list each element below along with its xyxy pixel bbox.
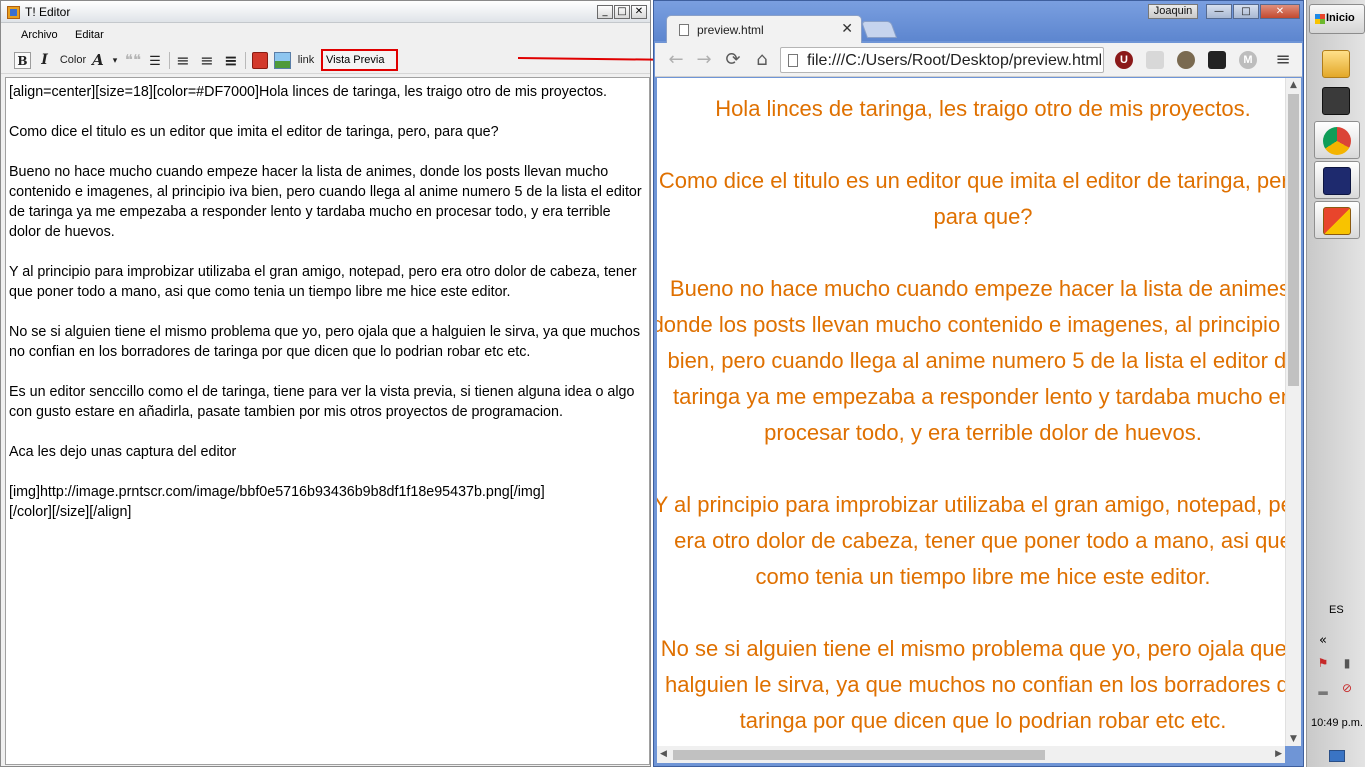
- editor-line: Es un editor senccillo como el de taring…: [9, 384, 635, 420]
- toolbar-separator: [169, 52, 170, 69]
- minimize-button[interactable]: _: [597, 5, 613, 19]
- horizontal-scrollbar[interactable]: ◀ ▶: [657, 746, 1285, 763]
- image-icon[interactable]: [274, 52, 291, 69]
- taskbar-explorer[interactable]: [1314, 45, 1360, 83]
- scroll-right-icon[interactable]: ▶: [1275, 749, 1282, 759]
- profile-button[interactable]: Joaquin: [1148, 4, 1198, 19]
- start-label: Inicio: [1326, 12, 1355, 24]
- back-icon[interactable]: ←: [665, 49, 687, 71]
- new-tab-button[interactable]: [860, 21, 898, 38]
- link-button[interactable]: link: [296, 52, 316, 69]
- tab-title: preview.html: [697, 23, 764, 37]
- editor-line: Y al principio para improbizar utilizaba…: [9, 264, 637, 300]
- scroll-up-icon[interactable]: ▲: [1290, 80, 1297, 90]
- taskbar-chrome[interactable]: [1314, 121, 1360, 159]
- clock[interactable]: 10:49 p.m.: [1310, 717, 1364, 729]
- close-button[interactable]: ✕: [1260, 4, 1300, 19]
- editor-window: T! Editor _ □ ✕ Archivo Editar B I Color…: [0, 0, 651, 767]
- color-button[interactable]: Color: [58, 52, 88, 69]
- preview-paragraph: Hola linces de taringa, les traigo otro …: [715, 96, 1251, 121]
- browser-window: preview.html ✕ Joaquin — □ ✕ ← → ⟳ ⌂ fil…: [653, 0, 1304, 767]
- editor-line: Bueno no hace mucho cuando empeze hacer …: [9, 164, 642, 240]
- action-center-icon[interactable]: ⚑: [1316, 656, 1330, 670]
- tampermonkey-icon[interactable]: [1208, 51, 1226, 69]
- window-title: T! Editor: [25, 5, 71, 19]
- taskbar-sublime[interactable]: [1314, 82, 1360, 120]
- volume-muted-icon[interactable]: ⊘: [1340, 681, 1354, 695]
- scroll-left-icon[interactable]: ◀: [660, 749, 667, 759]
- forward-icon[interactable]: →: [693, 49, 715, 71]
- editor-titlebar[interactable]: T! Editor _ □ ✕: [1, 1, 650, 23]
- vertical-scrollbar[interactable]: ▲ ▼: [1285, 78, 1301, 746]
- show-desktop-icon[interactable]: [1329, 750, 1345, 762]
- menubar: Archivo Editar: [1, 25, 650, 46]
- windows-logo-icon: [1315, 14, 1325, 24]
- maximize-button[interactable]: □: [1233, 4, 1259, 19]
- editor-line: Como dice el titulo es un editor que imi…: [9, 124, 499, 140]
- preview-paragraph: Como dice el titulo es un editor que imi…: [658, 168, 1285, 229]
- quote-icon[interactable]: ❝❝: [123, 52, 143, 69]
- editor-line: [img]http://image.prntscr.com/image/bbf0…: [9, 484, 545, 500]
- tab-preview[interactable]: preview.html ✕: [666, 15, 862, 43]
- menu-icon[interactable]: ≡: [1272, 49, 1294, 71]
- align-left-icon[interactable]: ≡: [175, 52, 191, 69]
- maximize-button[interactable]: □: [614, 5, 630, 19]
- horizontal-scroll-thumb[interactable]: [673, 750, 1045, 760]
- align-right-icon[interactable]: ≡: [199, 52, 215, 69]
- list-icon[interactable]: ☰: [147, 52, 163, 69]
- toolbar-separator: [245, 52, 246, 69]
- editor-textarea[interactable]: [align=center][size=18][color=#DF7000]Ho…: [5, 77, 650, 765]
- close-button[interactable]: ✕: [631, 5, 647, 19]
- youtube-icon[interactable]: [252, 52, 268, 69]
- battery-icon[interactable]: ▮: [1340, 656, 1354, 670]
- preview-text: Hola linces de taringa, les traigo otro …: [657, 91, 1285, 746]
- menu-editar[interactable]: Editar: [75, 29, 104, 41]
- editor-line: Aca les dejo unas captura del editor: [9, 444, 237, 460]
- page-content: Hola linces de taringa, les traigo otro …: [657, 78, 1285, 746]
- tab-close-icon[interactable]: ✕: [841, 21, 853, 37]
- preview-paragraph: Bueno no hace mucho cuando empeze hacer …: [657, 276, 1285, 445]
- page-icon: [788, 54, 798, 67]
- home-icon[interactable]: ⌂: [751, 49, 773, 71]
- bold-button[interactable]: B: [14, 52, 31, 69]
- italic-button[interactable]: I: [37, 52, 52, 69]
- menu-archivo[interactable]: Archivo: [21, 29, 58, 41]
- extension-icon[interactable]: [1177, 51, 1195, 69]
- align-justify-icon[interactable]: ≡: [223, 52, 239, 69]
- mega-icon[interactable]: M: [1239, 51, 1257, 69]
- editor-line: [/color][/size][/align]: [9, 504, 132, 520]
- sublime-text-icon: [1322, 87, 1350, 115]
- scroll-down-icon[interactable]: ▼: [1290, 734, 1297, 744]
- shield-icon[interactable]: [1146, 51, 1164, 69]
- font-size-icon[interactable]: A: [91, 52, 105, 69]
- preview-button[interactable]: Vista Previa: [321, 49, 398, 71]
- reload-icon[interactable]: ⟳: [722, 49, 744, 71]
- tray-expand-icon[interactable]: «: [1319, 633, 1327, 648]
- taskbar: Inicio ES « ⚑ ▮ ▂ ⊘ 10:49 p.m.: [1306, 0, 1365, 767]
- editor-line: No se si alguien tiene el mismo problema…: [9, 324, 641, 360]
- font-dropdown-arrow-icon[interactable]: ▾: [111, 52, 119, 69]
- taskbar-editor-app[interactable]: [1314, 201, 1360, 239]
- vertical-scroll-thumb[interactable]: [1288, 94, 1299, 386]
- editor-line: [align=center][size=18][color=#DF7000]Ho…: [9, 84, 608, 100]
- chrome-icon: [1323, 127, 1351, 155]
- ublock-icon[interactable]: U: [1115, 51, 1133, 69]
- app-icon: [1323, 207, 1351, 235]
- address-bar[interactable]: file:///C:/Users/Root/Desktop/preview.ht…: [780, 47, 1104, 73]
- network-icon[interactable]: ▂: [1316, 681, 1330, 695]
- preview-paragraph: Y al principio para improbizar utilizaba…: [657, 492, 1285, 589]
- page-icon: [679, 24, 689, 36]
- start-button[interactable]: Inicio: [1309, 4, 1365, 34]
- minimize-button[interactable]: —: [1206, 4, 1232, 19]
- app-icon: [7, 6, 20, 19]
- language-indicator[interactable]: ES: [1329, 604, 1344, 616]
- address-text: file:///C:/Users/Root/Desktop/preview.ht…: [807, 52, 1101, 69]
- folder-icon: [1322, 50, 1350, 78]
- taskbar-visual-studio[interactable]: [1314, 161, 1360, 199]
- preview-paragraph: No se si alguien tiene el mismo problema…: [660, 636, 1285, 733]
- visual-studio-icon: [1323, 167, 1351, 195]
- browser-toolbar: ← → ⟳ ⌂ file:///C:/Users/Root/Desktop/pr…: [655, 43, 1302, 77]
